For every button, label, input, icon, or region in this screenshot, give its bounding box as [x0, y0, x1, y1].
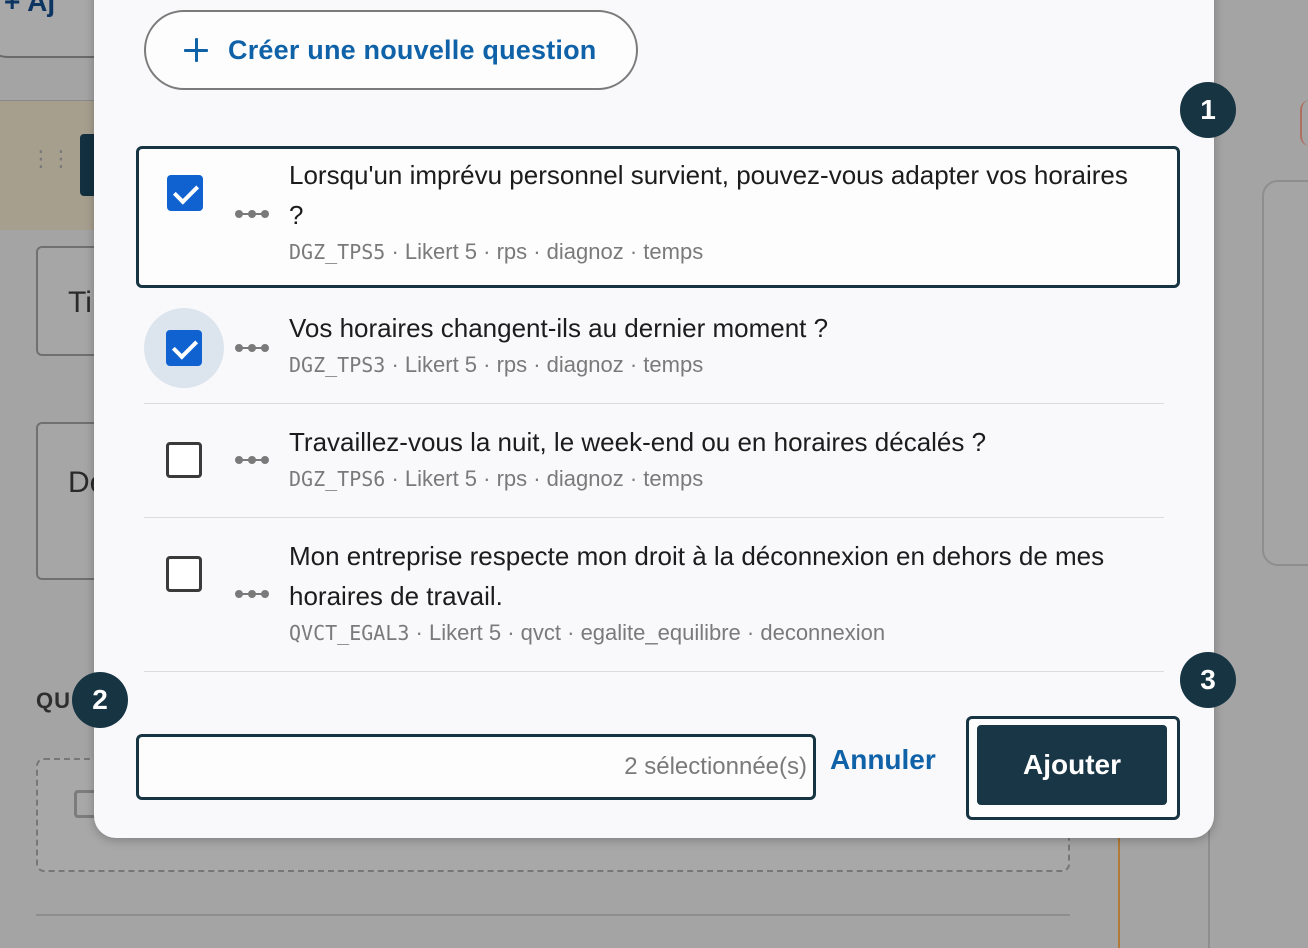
question-code: DGZ_TPS3: [289, 353, 386, 377]
background-side-panel: [1262, 180, 1308, 566]
drag-handle-icon[interactable]: [235, 343, 269, 353]
question-title: Mon entreprise respecte mon droit à la d…: [289, 541, 1105, 611]
background-divider: [1208, 830, 1210, 948]
background-title-field-text: Ti: [68, 286, 92, 319]
add-questions-dialog: Créer une nouvelle question Lorsqu'un im…: [94, 0, 1214, 838]
checkbox-unchecked-icon[interactable]: [166, 442, 202, 478]
question-item[interactable]: Vos horaires changent-ils au dernier mom…: [144, 288, 1164, 404]
question-code: DGZ_TPS5: [289, 240, 386, 264]
question-meta: DGZ_TPS5 · Likert 5 · rps · diagnoz · te…: [289, 237, 1149, 267]
question-checkbox-wrapper[interactable]: [144, 420, 224, 500]
question-tags: · Likert 5 · rps · diagnoz · temps: [385, 352, 704, 377]
cancel-button[interactable]: Annuler: [830, 744, 936, 776]
question-item[interactable]: Mon entreprise respecte mon droit à la d…: [144, 518, 1164, 672]
background-section-label: QU: [36, 688, 71, 713]
question-title: Lorsqu'un imprévu personnel survient, po…: [289, 160, 1128, 230]
checkbox-unchecked-icon[interactable]: [166, 556, 202, 592]
question-title: Vos horaires changent-ils au dernier mom…: [289, 313, 829, 343]
background-divider: [36, 914, 1070, 916]
background-grip-icon: ⋮⋮: [30, 146, 72, 171]
drag-handle-icon[interactable]: [235, 209, 269, 219]
drag-handle-icon[interactable]: [235, 589, 269, 599]
question-meta: QVCT_EGAL3 · Likert 5 · qvct · egalite_e…: [289, 618, 1149, 648]
plus-icon: [184, 38, 208, 62]
callout-badge-3: 3: [1180, 652, 1236, 708]
background-side-card: [1300, 100, 1308, 146]
question-item[interactable]: Travaillez-vous la nuit, le week-end ou …: [144, 404, 1164, 518]
question-title: Travaillez-vous la nuit, le week-end ou …: [289, 427, 987, 457]
selection-count-field[interactable]: 2 sélectionnée(s): [136, 734, 816, 800]
background-add-button-label: + Aj: [4, 0, 56, 17]
add-button[interactable]: Ajouter: [977, 725, 1167, 805]
question-checkbox-wrapper[interactable]: [144, 534, 224, 614]
question-code: QVCT_EGAL3: [289, 621, 410, 645]
drag-handle-icon[interactable]: [235, 455, 269, 465]
question-meta: DGZ_TPS3 · Likert 5 · rps · diagnoz · te…: [289, 350, 1149, 380]
checkbox-checked-icon[interactable]: [167, 175, 203, 211]
question-meta: DGZ_TPS6 · Likert 5 · rps · diagnoz · te…: [289, 464, 1149, 494]
add-button-focus-frame: Ajouter: [966, 716, 1180, 820]
question-tags: · Likert 5 · qvct · egalite_equilibre · …: [409, 620, 886, 645]
question-item[interactable]: Lorsqu'un imprévu personnel survient, po…: [136, 146, 1180, 288]
checkbox-checked-icon[interactable]: [166, 330, 202, 366]
question-tags: · Likert 5 · rps · diagnoz · temps: [385, 466, 704, 491]
create-question-button[interactable]: Créer une nouvelle question: [144, 10, 638, 90]
background-divider: [1118, 830, 1120, 948]
selection-count-text: 2 sélectionnée(s): [624, 753, 807, 780]
question-list: Lorsqu'un imprévu personnel survient, po…: [136, 146, 1180, 672]
question-checkbox-wrapper[interactable]: [145, 153, 225, 233]
create-question-label: Créer une nouvelle question: [228, 34, 597, 65]
callout-badge-1: 1: [1180, 82, 1236, 138]
question-tags: · Likert 5 · rps · diagnoz · temps: [385, 239, 704, 264]
callout-badge-2: 2: [72, 672, 128, 728]
question-checkbox-wrapper[interactable]: [144, 308, 224, 388]
question-code: DGZ_TPS6: [289, 467, 386, 491]
